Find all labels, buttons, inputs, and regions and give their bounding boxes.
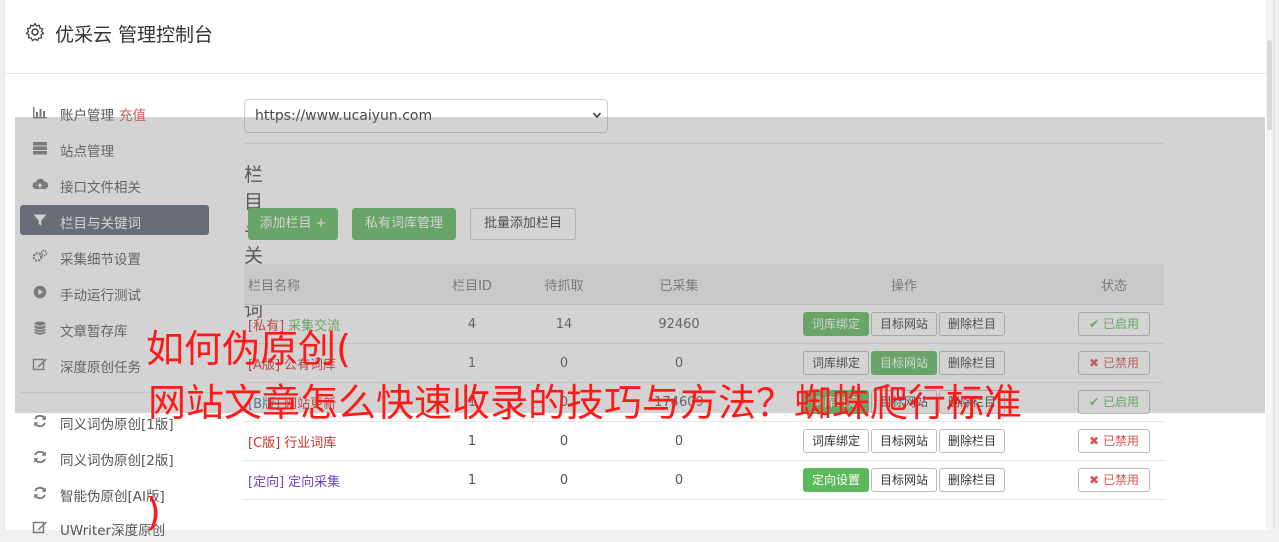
directed-settings-button[interactable]: 定向设置 — [802, 468, 869, 492]
target-site-button[interactable]: 目标网站 — [870, 468, 937, 492]
close-icon: ✖ — [1089, 473, 1100, 487]
sidebar-item-synonym-v2[interactable]: 同义词伪原创[2版] — [20, 442, 209, 472]
table-row: [定向] 定向采集 1 0 0 定向设置 目标网站 删除栏目 ✖ 已禁用 — [244, 460, 1164, 500]
table-row: [C版] 行业词库 1 0 0 词库绑定 目标网站 删除栏目 ✖ 已禁用 — [244, 421, 1164, 461]
edit-icon — [32, 520, 48, 534]
overlay-title-line1: 如何伪原创( — [146, 327, 351, 371]
column-id: 1 — [430, 460, 514, 500]
refresh-icon — [32, 486, 48, 500]
column-tag: [C版] — [248, 435, 281, 451]
scrollbar-thumb[interactable] — [1267, 40, 1272, 130]
collected-count: 0 — [614, 421, 744, 461]
column-tag: [定向] — [248, 474, 285, 490]
status-label: 已禁用 — [1102, 473, 1139, 487]
status-toggle[interactable]: ✖ 已禁用 — [1078, 468, 1150, 492]
status-label: 已禁用 — [1102, 434, 1139, 448]
gear-icon — [25, 22, 45, 42]
scrollbar[interactable] — [1266, 0, 1273, 530]
column-name-link[interactable]: 定向采集 — [288, 475, 340, 490]
header: 优采云 管理控制台 — [5, 0, 1273, 74]
page-title: 优采云 管理控制台 — [55, 24, 214, 46]
refresh-icon — [32, 450, 48, 464]
lexicon-bind-button[interactable]: 词库绑定 — [802, 429, 869, 453]
pending-count[interactable]: 0 — [514, 460, 614, 500]
sidebar-item-ai-original[interactable]: 智能伪原创[AI版] — [20, 478, 209, 508]
overlay-title-line3: ) — [146, 490, 161, 534]
pending-count[interactable]: 0 — [514, 421, 614, 461]
overlay-title-line2: 网站文章怎么快速收录的技巧与方法？蜘蛛爬行标准 — [148, 381, 1023, 425]
close-icon: ✖ — [1089, 434, 1100, 448]
sidebar-item-uwriter[interactable]: UWriter深度原创 — [20, 512, 209, 542]
target-site-button[interactable]: 目标网站 — [870, 429, 937, 453]
status-toggle[interactable]: ✖ 已禁用 — [1078, 429, 1150, 453]
column-id: 1 — [430, 421, 514, 461]
sidebar-item-label: 同义词伪原创[2版] — [60, 453, 174, 469]
refresh-icon — [32, 414, 48, 428]
delete-column-button[interactable]: 删除栏目 — [939, 468, 1006, 492]
collected-count: 0 — [614, 460, 744, 500]
column-name-link[interactable]: 行业词库 — [284, 436, 336, 451]
delete-column-button[interactable]: 删除栏目 — [939, 429, 1006, 453]
